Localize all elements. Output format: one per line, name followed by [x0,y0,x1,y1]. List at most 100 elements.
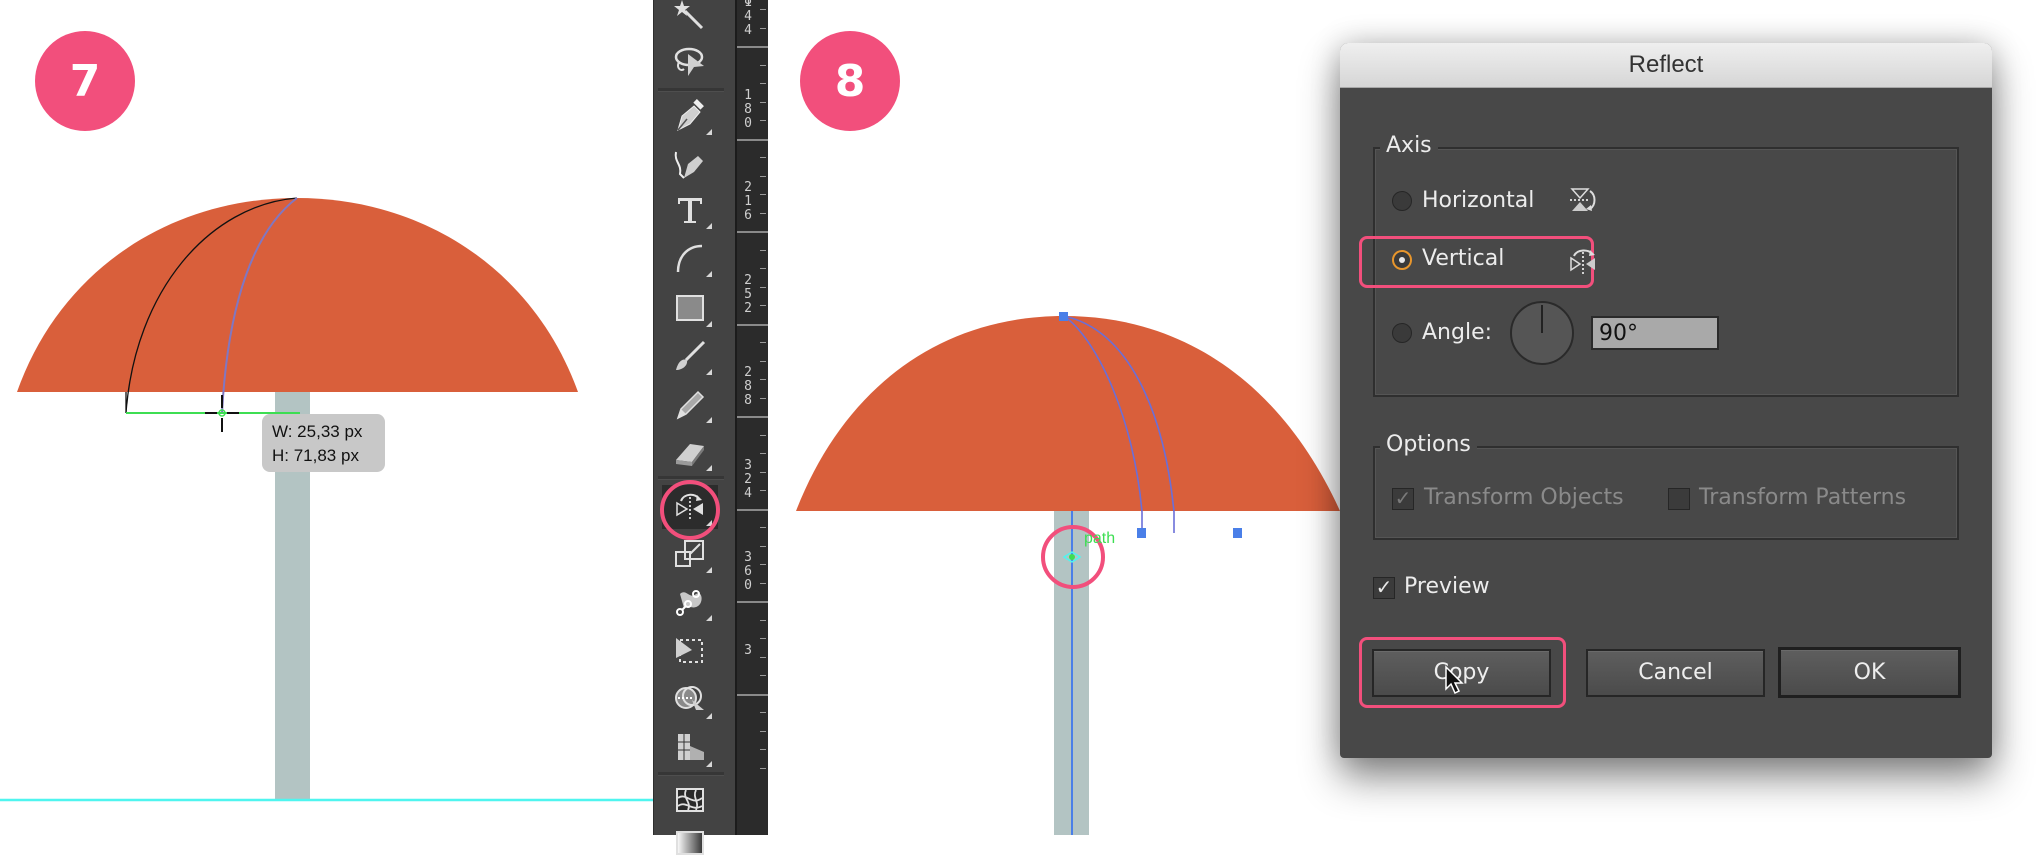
magic-wand-tool[interactable] [662,0,718,36]
horizontal-label[interactable]: Horizontal [1422,188,1534,214]
ruler-minor-tick [760,83,766,84]
smart-guide-label: path [1084,530,1116,547]
tool-flyout-indicator [706,271,712,277]
curvature-tool[interactable] [662,142,718,186]
toolbar-separator [658,772,724,776]
anchor-point-top [1059,312,1068,321]
puppet-warp-icon [676,590,702,616]
rectangle-icon [676,295,704,321]
ruler-minor-tick [760,194,766,195]
arc-icon [676,244,703,273]
anchor-point [1137,528,1146,538]
ruler-minor-tick [760,360,766,362]
lasso-tool[interactable] [662,40,718,84]
tool-flyout-indicator [706,465,712,471]
magic-wand-icon [674,0,704,30]
shape-builder-icon [675,686,704,710]
lasso-icon [674,47,704,76]
transform-patterns-checkbox[interactable] [1668,488,1690,510]
tool-flyout-indicator [706,223,712,229]
ruler-label: 3 2 4 [744,457,752,501]
rectangle-tool[interactable] [662,286,718,330]
tool-flyout-indicator [706,567,712,573]
angle-radio[interactable] [1392,323,1412,343]
vertical-label[interactable]: Vertical [1422,246,1504,272]
gradient-tool[interactable] [662,822,718,866]
umbrella-canopy [796,316,1340,511]
ruler-minor-tick [760,120,766,121]
step-7-canvas: 7 W: 25,33 px H: 71,83 px [0,0,653,835]
ruler-major-tick [737,231,768,233]
type-tool[interactable] [662,188,718,232]
ruler-minor-tick [760,397,766,399]
reflect-horizontal-icon [1570,188,1596,211]
ruler-minor-tick [760,619,766,621]
vertical-ruler[interactable]: 81 4 41 8 02 1 62 5 22 8 83 2 43 6 03 [735,0,768,835]
dialog-title[interactable]: Reflect [1340,43,1992,88]
ruler-minor-tick [760,767,766,769]
ruler-minor-tick [760,434,766,436]
preview-label[interactable]: Preview [1404,574,1490,600]
pencil-tool[interactable] [662,382,718,426]
puppet-warp-tool[interactable] [662,580,718,624]
preview-checkbox[interactable]: ✓ [1373,577,1395,599]
paintbrush-tool[interactable] [662,334,718,378]
tool-flyout-indicator [706,713,712,719]
ruler-label: 2 5 2 [744,272,752,316]
perspective-grid-icon [678,734,704,760]
line-segment-tool[interactable] [662,236,718,280]
angle-input[interactable] [1591,316,1719,350]
ruler-minor-tick [760,675,766,676]
shape-builder-tool[interactable] [662,678,718,722]
ruler-minor-tick [760,564,766,565]
ruler-minor-tick [760,157,766,158]
ruler-minor-tick [760,730,766,732]
cancel-button[interactable]: Cancel [1586,649,1765,697]
ruler-minor-tick [760,268,766,269]
mesh-icon [676,788,704,812]
tool-flyout-indicator [706,369,712,375]
mesh-tool[interactable] [662,778,718,822]
angle-label: Angle: [1422,320,1493,345]
transform-objects-checkbox[interactable]: ✓ [1392,488,1414,510]
reflect-vertical-icon [1570,249,1595,276]
options-legend: Options [1380,432,1477,458]
ruler-minor-tick [760,101,766,103]
ruler-minor-tick [760,453,766,454]
toolbar-separator [658,88,724,92]
ruler-minor-tick [760,9,766,10]
vertical-radio[interactable] [1392,250,1412,270]
tool-flyout-indicator [706,761,712,767]
tooltip-height: H: 71,83 px [272,446,359,465]
ruler-minor-tick [760,471,766,473]
ruler-minor-tick [760,638,766,639]
umbrella-canopy [17,198,578,392]
perspective-grid-tool[interactable] [662,726,718,770]
type-icon [678,198,702,223]
ruler-minor-tick [760,656,766,658]
ruler-label: 2 1 6 [744,180,752,223]
ruler-minor-tick [760,249,766,251]
tool-flyout-indicator [706,417,712,423]
eraser-tool[interactable] [662,430,718,474]
ok-button[interactable]: OK [1778,647,1961,698]
ruler-major-tick [737,693,768,696]
ruler-minor-tick [760,305,766,306]
ruler-minor-tick [760,582,766,584]
free-transform-icon [676,638,703,663]
ruler-label: 1 4 4 [744,0,752,38]
tools-panel [653,0,735,855]
ruler-minor-tick [760,27,766,29]
tool-flyout-indicator [706,129,712,135]
ruler-minor-tick [760,212,766,214]
free-transform-tool[interactable] [662,628,718,672]
pen-tool[interactable] [662,94,718,138]
ruler-major-tick [737,601,768,603]
ruler-minor-tick [760,712,766,713]
eraser-icon [676,444,704,466]
curvature-pen-icon [674,151,703,179]
angle-dial[interactable] [1510,301,1574,365]
horizontal-radio[interactable] [1392,191,1412,211]
tool-flyout-indicator [706,321,712,327]
ruler-minor-tick [760,64,766,66]
